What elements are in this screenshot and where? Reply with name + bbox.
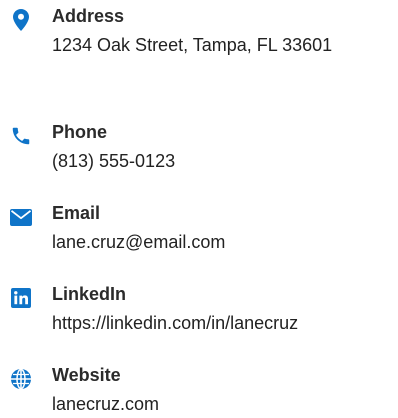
globe-icon[interactable]	[9, 367, 33, 391]
website-value[interactable]: lanecruz.com	[52, 392, 372, 417]
address-value: 1234 Oak Street, Tampa, FL 33601	[52, 35, 333, 55]
linkedin-value[interactable]: https://linkedin.com/in/lanecruz	[52, 311, 372, 336]
address-label: Address	[52, 6, 125, 26]
phone-icon[interactable]	[9, 124, 33, 148]
linkedin-label: LinkedIn	[52, 284, 127, 304]
phone-label: Phone	[52, 122, 108, 142]
website-label: Website	[52, 365, 121, 385]
contact-list: Address 1234 Oak Street, Tampa, FL 33601…	[0, 0, 398, 418]
phone-value[interactable]: (813) 555-0123	[52, 149, 372, 174]
email-value[interactable]: lane.cruz@email.com	[52, 230, 372, 255]
linkedin-icon[interactable]	[9, 286, 33, 310]
envelope-icon[interactable]	[9, 205, 33, 229]
map-pin-icon	[9, 8, 33, 32]
email-label: Email	[52, 203, 101, 223]
